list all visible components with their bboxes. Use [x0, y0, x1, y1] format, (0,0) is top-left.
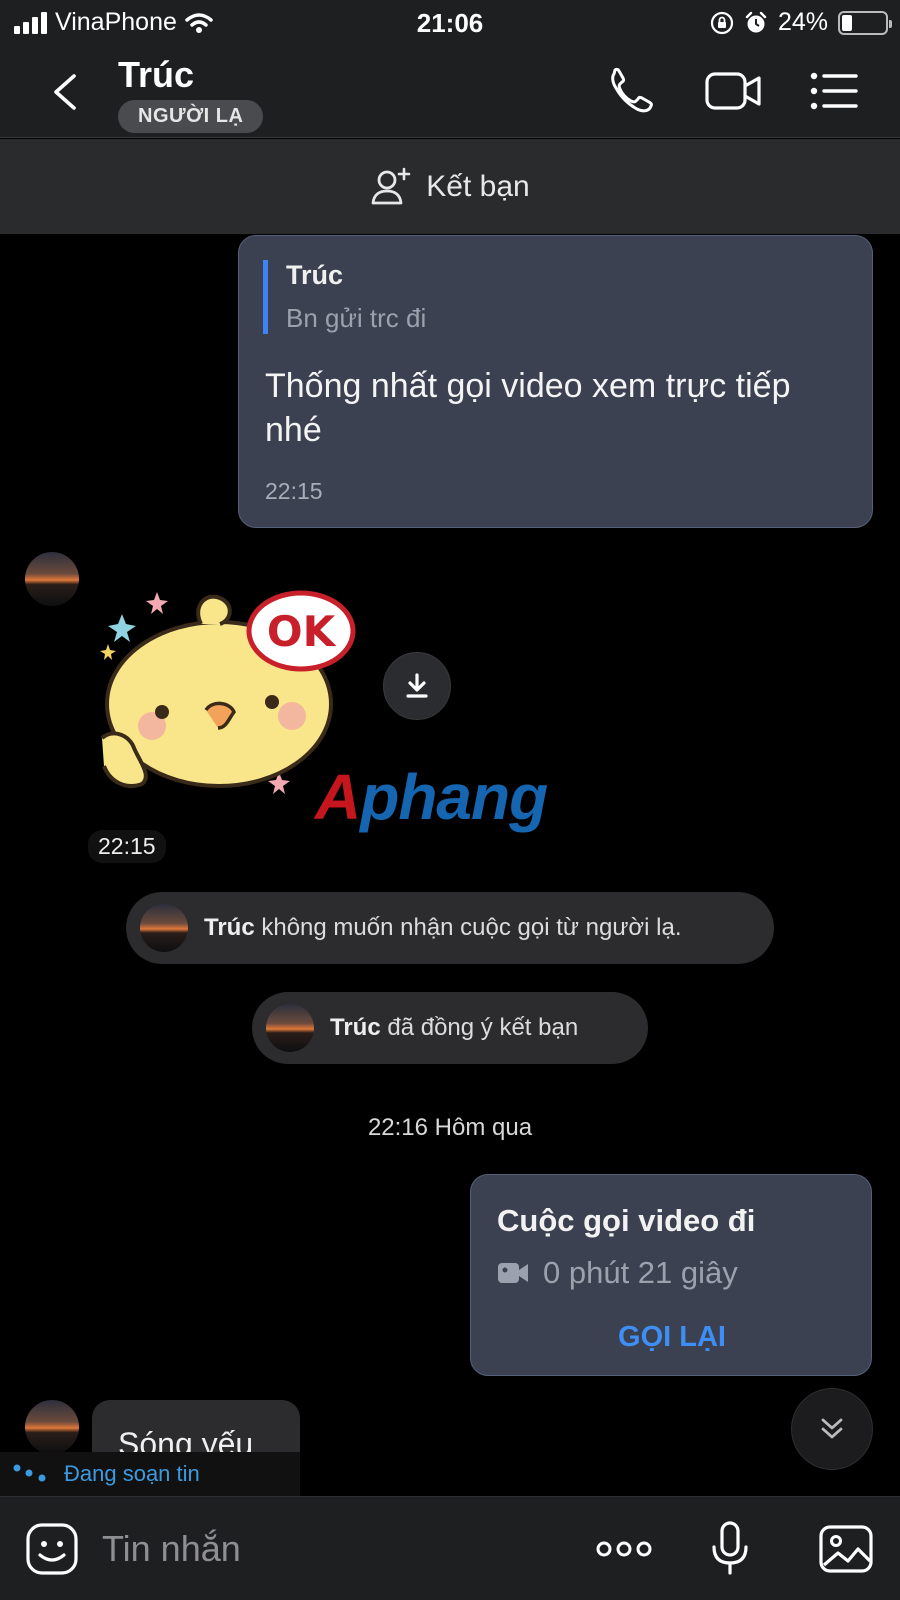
message-text: Thống nhất gọi video xem trực tiếp nhé — [265, 367, 791, 449]
quoted-reply[interactable]: Trúc Bn gửi trc đi — [263, 260, 426, 334]
system-message-text: đã đồng ý kết bạn — [380, 1014, 579, 1041]
date-separator: 22:16 Hôm qua — [367, 1114, 533, 1141]
download-button[interactable] — [383, 652, 451, 720]
typing-indicator: Đang soạn tin — [0, 1452, 300, 1496]
sticker-time: 22:15 — [88, 830, 166, 863]
status-right: 24% — [710, 8, 892, 37]
quote-author: Trúc — [286, 260, 344, 290]
system-message-name: Trúc — [204, 914, 255, 941]
watermark-logo: Aphang — [315, 761, 548, 833]
call-again-button[interactable]: GỌI LẠI — [471, 1321, 873, 1354]
stranger-badge: NGƯỜI LẠ — [118, 100, 264, 133]
more-options-icon[interactable] — [594, 1519, 654, 1579]
call-duration-text: 0 phút 21 giây — [543, 1255, 738, 1290]
scroll-to-bottom-button[interactable] — [791, 1388, 873, 1470]
call-duration: 0 phút 21 giây — [497, 1255, 738, 1291]
download-icon — [406, 673, 428, 698]
system-message-text: không muốn nhận cuộc gọi từ người lạ. — [254, 914, 682, 941]
chat-header: Trúc NGƯỜI LẠ — [0, 46, 900, 138]
video-call-card[interactable]: Cuộc gọi video đi 0 phút 21 giây GỌI LẠI — [470, 1174, 872, 1376]
rotation-lock-icon — [710, 11, 734, 34]
avatar[interactable] — [25, 552, 79, 606]
microphone-icon[interactable] — [700, 1519, 760, 1579]
status-bar: VinaPhone 21:06 24% — [0, 0, 900, 46]
avatar — [266, 1004, 314, 1052]
add-friend-button[interactable]: Kết bạn — [0, 139, 900, 234]
video-camera-icon — [498, 1263, 528, 1283]
back-icon[interactable] — [46, 70, 86, 114]
avatar[interactable] — [25, 1400, 79, 1454]
typing-text: Đang soạn tin — [64, 1461, 200, 1486]
add-friend-label: Kết bạn — [426, 169, 530, 203]
menu-list-icon[interactable] — [806, 66, 862, 116]
emoji-sticker-icon[interactable] — [22, 1519, 82, 1579]
system-message-name: Trúc — [330, 1014, 381, 1041]
message-time: 22:15 — [265, 478, 323, 504]
phone-call-icon[interactable] — [604, 66, 660, 116]
contact-name[interactable]: Trúc — [118, 54, 194, 96]
quote-text: Bn gửi trc đi — [286, 303, 427, 333]
video-call-icon[interactable] — [704, 66, 764, 116]
image-gallery-icon[interactable] — [816, 1519, 876, 1579]
avatar — [140, 904, 188, 952]
double-chevron-down-icon — [821, 1418, 843, 1439]
typing-dots-icon — [13, 1464, 46, 1482]
outgoing-message-bubble[interactable]: Trúc Bn gửi trc đi Thống nhất gọi video … — [238, 235, 873, 528]
message-input[interactable] — [102, 1521, 542, 1577]
battery-percent: 24% — [777, 8, 828, 36]
sticker-ok-text: OK — [267, 607, 337, 656]
call-title: Cuộc gọi video đi — [497, 1203, 756, 1238]
message-composer — [0, 1496, 900, 1600]
alarm-icon — [745, 11, 767, 32]
battery-icon — [838, 10, 892, 35]
system-message: Trúc không muốn nhận cuộc gọi từ người l… — [126, 892, 774, 964]
add-friend-icon — [371, 167, 411, 204]
system-message: Trúc đã đồng ý kết bạn — [252, 992, 648, 1064]
